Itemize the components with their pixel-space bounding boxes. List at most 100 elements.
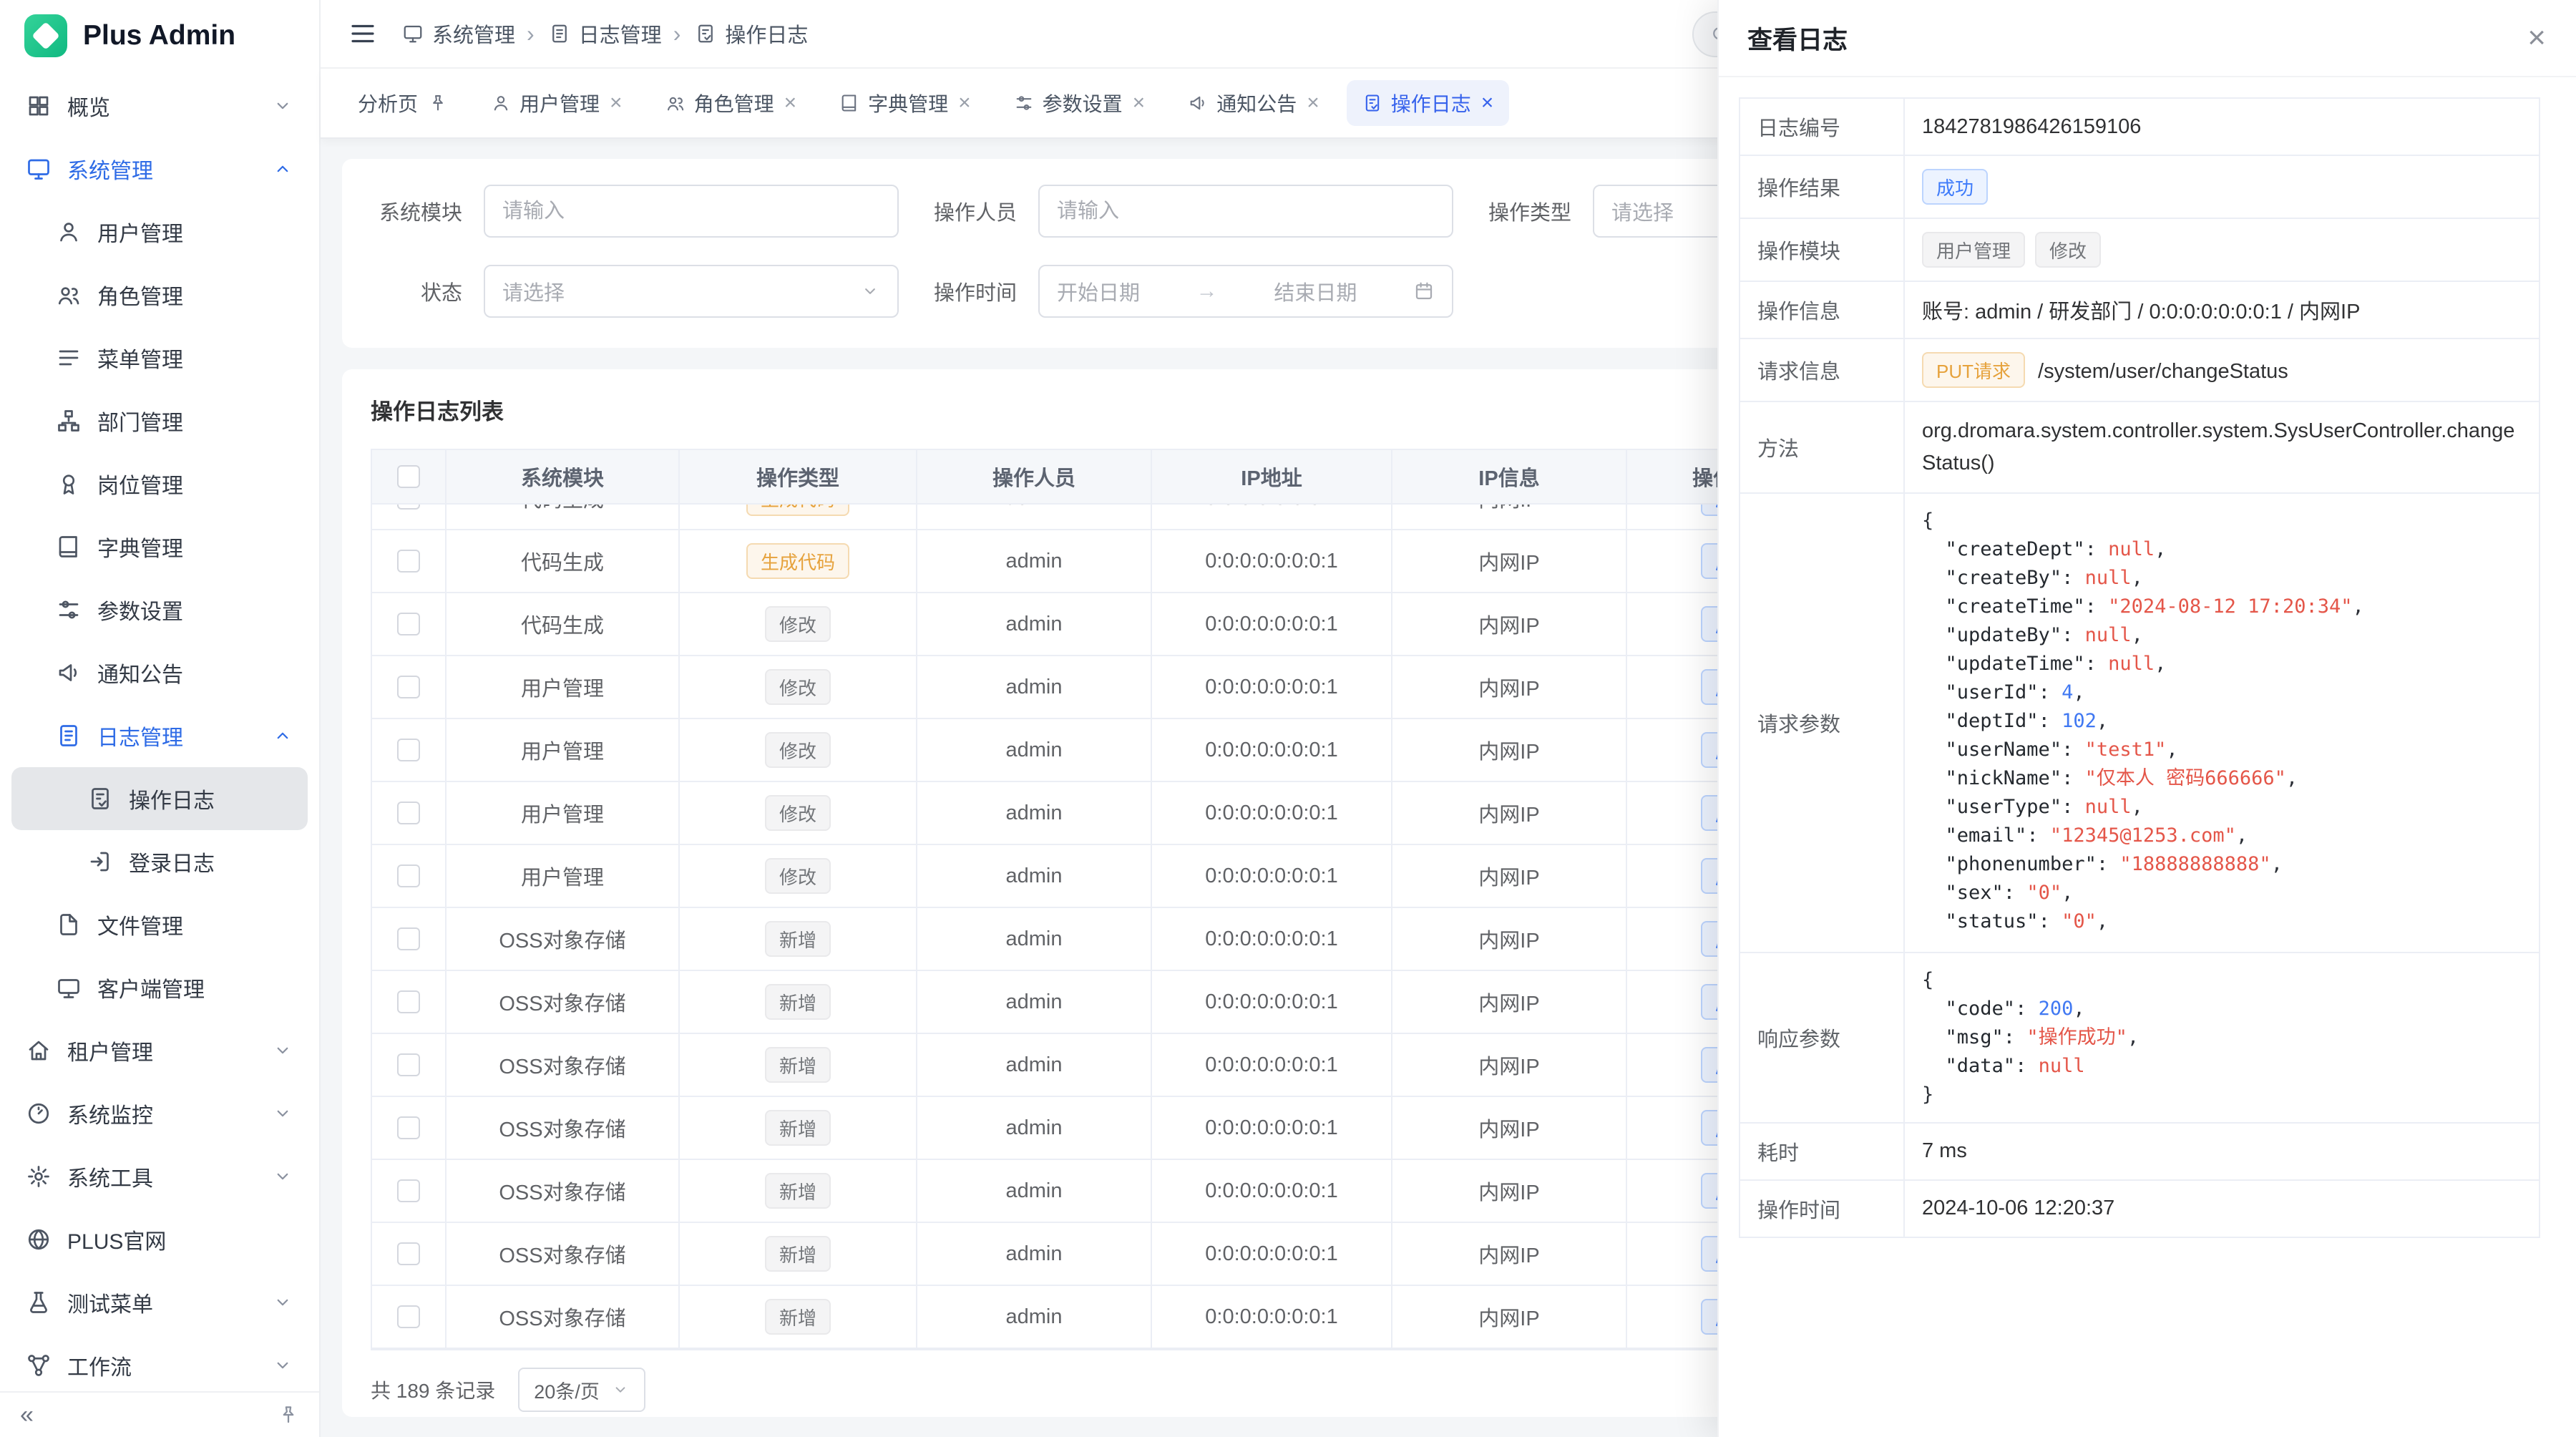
sidebar-footer: «: [0, 1391, 319, 1437]
sidebar-item[interactable]: 登录日志: [11, 830, 308, 893]
sidebar-item[interactable]: 概览: [11, 74, 308, 137]
row-checkbox[interactable]: [397, 1179, 420, 1202]
cell-operator: admin: [917, 530, 1152, 592]
operator-input[interactable]: [1038, 185, 1453, 238]
sidebar-item[interactable]: 部门管理: [11, 389, 308, 452]
field-label: 耗时: [1740, 1123, 1904, 1180]
sidebar-item[interactable]: 日志管理: [11, 704, 308, 767]
chevron-icon: [272, 1103, 293, 1124]
sidebar-item[interactable]: 测试菜单: [11, 1271, 308, 1334]
select-all-checkbox[interactable]: [397, 465, 420, 488]
sidebar-item[interactable]: 用户管理: [11, 200, 308, 263]
field-label: 操作结果: [1740, 155, 1904, 218]
tab-close-icon[interactable]: ×: [1481, 92, 1494, 114]
sidebar-item[interactable]: 系统管理: [11, 137, 308, 200]
app-logo[interactable]: Plus Admin: [0, 0, 319, 72]
tab[interactable]: 通知公告 ×: [1172, 80, 1335, 126]
breadcrumb-item[interactable]: 系统管理 ›: [402, 19, 535, 49]
field-label: 请求参数: [1740, 493, 1904, 953]
tab[interactable]: 参数设置 ×: [998, 80, 1161, 126]
breadcrumb: 系统管理 › 日志管理 › 操作日志 ›: [402, 19, 808, 49]
loginlog-icon: [87, 849, 113, 875]
sidebar-item[interactable]: 岗位管理: [11, 452, 308, 515]
column-header-module: 系统模块: [447, 450, 680, 503]
row-checkbox[interactable]: [397, 676, 420, 698]
request-url: /system/user/changeStatus: [2038, 360, 2288, 383]
tab-close-icon[interactable]: ×: [958, 92, 971, 114]
tab-close-icon[interactable]: ×: [784, 92, 797, 114]
sidebar-item[interactable]: 系统监控: [11, 1082, 308, 1145]
sidebar-item[interactable]: 操作日志: [11, 767, 308, 830]
sidebar-item[interactable]: 系统工具: [11, 1145, 308, 1208]
sidebar-item[interactable]: PLUS官网: [11, 1208, 308, 1271]
sidebar-item-label: 租户管理: [67, 1035, 272, 1066]
sidebar-item[interactable]: 参数设置: [11, 578, 308, 641]
sidebar-item[interactable]: 菜单管理: [11, 326, 308, 389]
tab-close-icon[interactable]: ×: [610, 92, 623, 114]
role-icon: [56, 282, 82, 308]
field-label: 请求信息: [1740, 338, 1904, 401]
menu-icon: [56, 345, 82, 371]
tab-close-icon[interactable]: ×: [1307, 92, 1319, 114]
request-params-code[interactable]: { "createDept": null, "createBy": null, …: [1922, 507, 2522, 939]
cell-operator: admin: [917, 719, 1152, 781]
row-checkbox[interactable]: [397, 1242, 420, 1265]
cell-module: 用户管理: [447, 782, 680, 844]
tab[interactable]: 用户管理 ×: [475, 80, 638, 126]
row-checkbox[interactable]: [397, 550, 420, 573]
row-checkbox[interactable]: [397, 1116, 420, 1139]
date-range-picker[interactable]: 开始日期 → 结束日期: [1038, 265, 1453, 318]
cell-module: OSS对象存储: [447, 1160, 680, 1222]
response-params-code: { "code": 200, "msg": "操作成功", "data": nu…: [1922, 966, 2522, 1109]
tab[interactable]: 操作日志 ×: [1347, 80, 1510, 126]
overview-icon: [26, 93, 52, 119]
sidebar-item[interactable]: 文件管理: [11, 893, 308, 956]
operation-type-badge: 生成代码: [746, 505, 849, 516]
sidebar-item[interactable]: 租户管理: [11, 1019, 308, 1082]
row-checkbox[interactable]: [397, 1053, 420, 1076]
cell-ipinfo: 内网IP: [1392, 1160, 1627, 1222]
field-label: 操作时间: [1740, 1180, 1904, 1237]
cell-module: 代码生成: [447, 593, 680, 655]
cost-value: 7 ms: [1904, 1123, 2540, 1180]
collapse-sidebar-button[interactable]: «: [20, 1403, 34, 1427]
breadcrumb-separator: ›: [673, 21, 681, 47]
sidebar-item[interactable]: 字典管理: [11, 515, 308, 578]
field-label: 操作模块: [1740, 218, 1904, 281]
row-checkbox[interactable]: [397, 802, 420, 824]
cell-operator: admin: [917, 1286, 1152, 1348]
breadcrumb-item[interactable]: 日志管理 ›: [549, 19, 681, 49]
breadcrumb-separator: ›: [527, 21, 535, 47]
row-checkbox[interactable]: [397, 927, 420, 950]
close-icon[interactable]: ×: [2527, 22, 2546, 54]
sidebar-item-label: PLUS官网: [67, 1224, 293, 1255]
sidebar-item-label: 系统监控: [67, 1098, 272, 1129]
page-size-select[interactable]: 20条/页: [518, 1368, 645, 1412]
sidebar-item[interactable]: 客户端管理: [11, 956, 308, 1019]
tab-close-icon[interactable]: ×: [1133, 92, 1146, 114]
range-arrow: →: [1196, 279, 1218, 303]
chevron-down-icon: [860, 281, 880, 301]
sidebar-item[interactable]: 通知公告: [11, 641, 308, 704]
tab[interactable]: 角色管理 ×: [650, 80, 813, 126]
cell-ipinfo: 内网IP: [1392, 505, 1627, 529]
hamburger-icon[interactable]: [348, 19, 378, 49]
globe-icon: [26, 1227, 52, 1252]
pin-sidebar-icon[interactable]: [278, 1404, 299, 1426]
sidebar-item[interactable]: 角色管理: [11, 263, 308, 326]
tab[interactable]: 字典管理 ×: [824, 80, 987, 126]
row-checkbox[interactable]: [397, 1305, 420, 1328]
row-checkbox[interactable]: [397, 739, 420, 761]
breadcrumb-item[interactable]: 操作日志 ›: [695, 19, 808, 49]
filter-system-module: 系统模块: [376, 185, 899, 238]
row-checkbox[interactable]: [397, 990, 420, 1013]
system-module-input[interactable]: [484, 185, 899, 238]
sidebar-item[interactable]: 工作流: [11, 1334, 308, 1391]
tab[interactable]: 分析页: [342, 80, 464, 126]
row-checkbox[interactable]: [397, 864, 420, 887]
detail-row-request: 请求信息 PUT请求/system/user/changeStatus: [1740, 338, 2540, 401]
operation-type-badge: 新增: [765, 984, 831, 1020]
status-select[interactable]: 请选择: [484, 265, 899, 318]
row-checkbox[interactable]: [397, 613, 420, 635]
row-checkbox[interactable]: [397, 505, 420, 510]
